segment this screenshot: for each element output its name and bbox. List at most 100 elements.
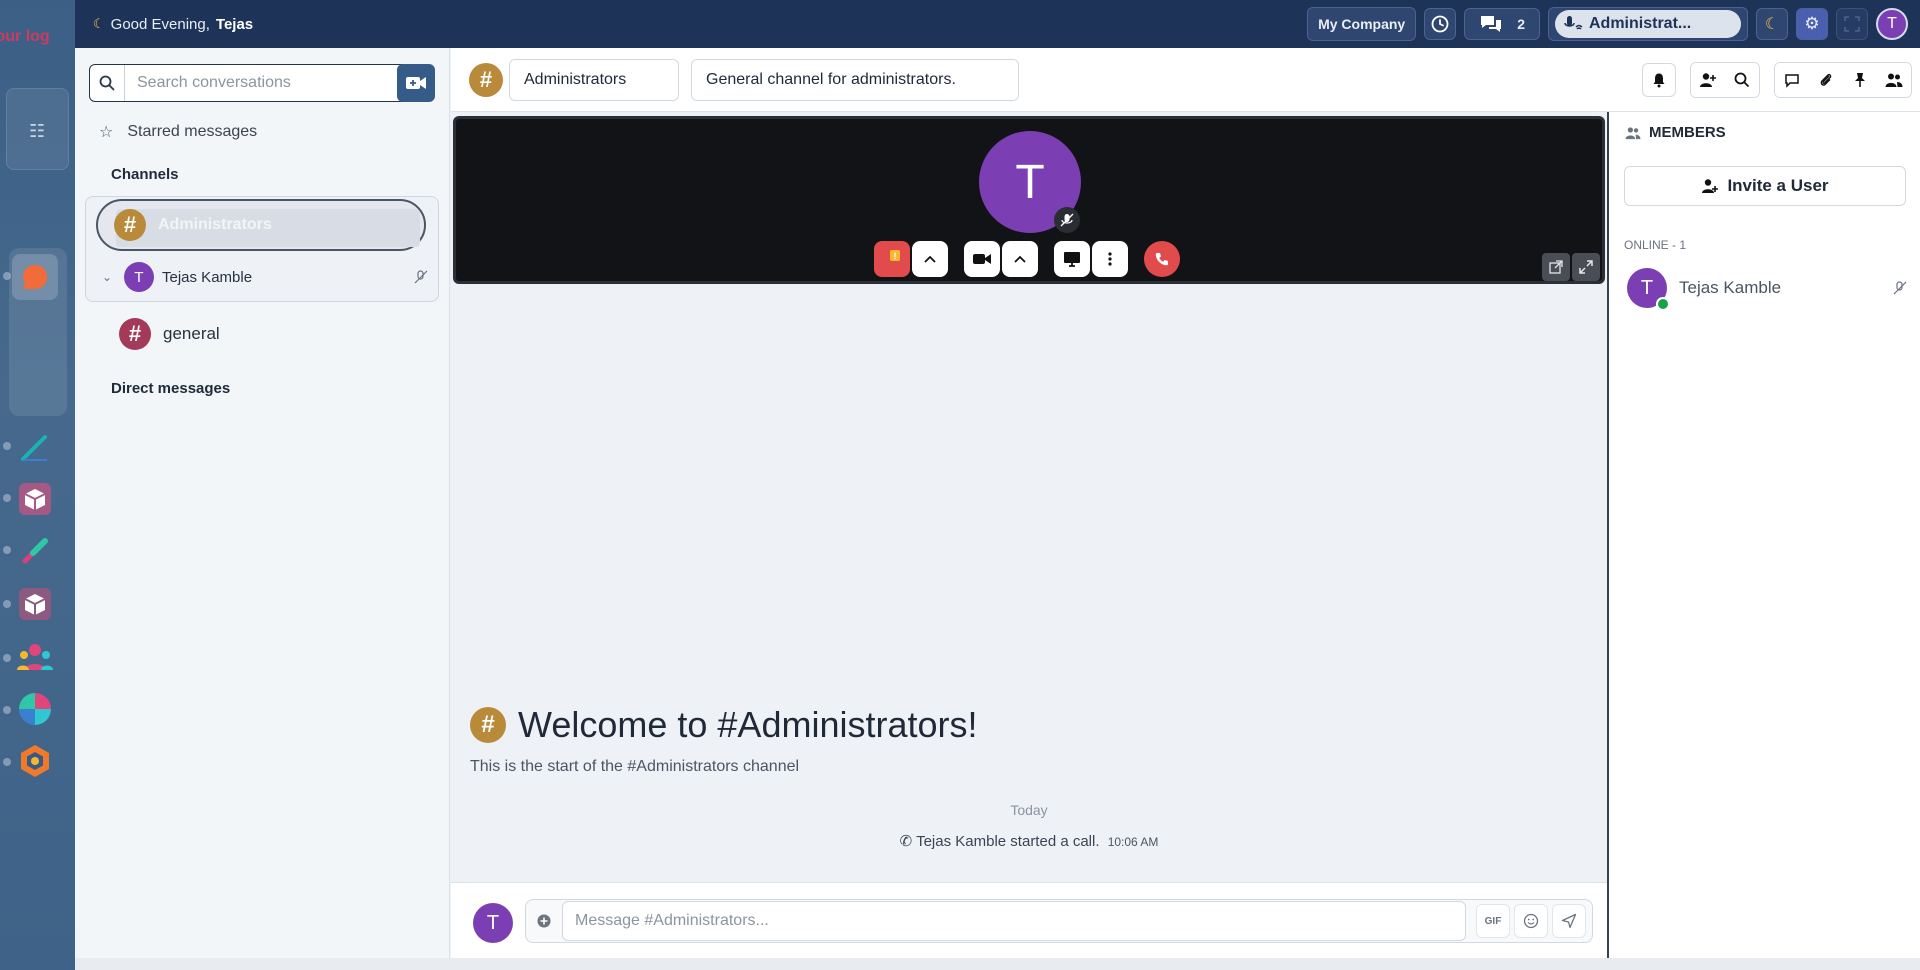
active-call-pill[interactable]: Administrat... xyxy=(1555,10,1741,38)
conversation-sidebar: ☆ Starred messages Channels # Administra… xyxy=(75,48,450,960)
channel-item-administrators[interactable]: # Administrators xyxy=(96,199,426,251)
rail-indicator xyxy=(3,272,11,280)
mic-off-icon xyxy=(1564,16,1583,30)
add-member-button[interactable] xyxy=(1691,62,1725,97)
members-panel: MEMBERS Invite a User ONLINE - 1 T Tejas… xyxy=(1607,112,1920,960)
active-call-group: Administrat... xyxy=(1548,7,1748,41)
chat-app-icon[interactable] xyxy=(12,254,58,300)
settings-button[interactable]: ⚙ xyxy=(1796,8,1828,40)
logo-text: Your log xyxy=(0,28,50,45)
header-panels-group xyxy=(1774,61,1912,98)
rail-indicator xyxy=(3,758,11,766)
new-video-call-button[interactable] xyxy=(397,64,435,102)
member-initial: T xyxy=(1640,276,1654,299)
participant-name: Tejas Kamble xyxy=(162,268,253,286)
participant-avatar: T xyxy=(124,262,154,292)
box-app-icon[interactable] xyxy=(16,480,54,518)
pen-app-icon[interactable] xyxy=(16,428,54,466)
welcome-title: Welcome to #Administrators! xyxy=(518,704,978,745)
more-options-button[interactable] xyxy=(1092,241,1128,277)
chevron-down-icon[interactable]: ⌄ xyxy=(102,270,116,284)
search-icon xyxy=(90,75,124,91)
threads-button[interactable] xyxy=(1775,62,1809,97)
mic-options-button[interactable] xyxy=(912,241,948,277)
member-row[interactable]: T Tejas Kamble xyxy=(1627,268,1907,311)
member-name: Tejas Kamble xyxy=(1679,278,1782,297)
hex-app-icon[interactable] xyxy=(16,742,54,780)
system-message-text: Tejas Kamble started a call. xyxy=(916,833,1100,850)
greeting-name: Tejas xyxy=(215,15,254,33)
search-icon xyxy=(1734,72,1750,87)
expand-video-button[interactable] xyxy=(1572,253,1600,281)
expand-icon xyxy=(1844,16,1860,32)
paperclip-icon xyxy=(1820,73,1832,86)
search-input[interactable] xyxy=(124,65,408,101)
maximize-icon xyxy=(1579,260,1593,274)
hash-icon: # xyxy=(114,209,146,241)
marker-app-icon[interactable] xyxy=(16,532,54,570)
camera-toggle-button[interactable] xyxy=(964,241,1000,277)
pinned-button[interactable] xyxy=(1843,62,1877,97)
moon-icon: ☾ xyxy=(1764,16,1780,33)
speech-bubble-icon xyxy=(1785,73,1799,88)
invite-user-button[interactable]: Invite a User xyxy=(1624,166,1906,206)
end-call-button[interactable] xyxy=(1144,241,1180,277)
chart-app-icon[interactable] xyxy=(16,690,54,728)
app-rail: Your log ☷ xyxy=(0,0,75,970)
files-button[interactable] xyxy=(1809,62,1843,97)
screen-share-button[interactable] xyxy=(1054,241,1090,277)
mic-off-icon xyxy=(1054,207,1080,233)
grid-icon: ☷ xyxy=(29,121,46,141)
call-video-panel: T ! xyxy=(453,116,1605,284)
channel-name: general xyxy=(163,324,220,343)
emoji-button[interactable] xyxy=(1514,904,1548,938)
starred-messages-link[interactable]: ☆ Starred messages xyxy=(99,122,257,142)
clock-icon xyxy=(1431,15,1449,33)
company-button[interactable]: My Company xyxy=(1307,7,1417,41)
channel-name-field[interactable]: Administrators xyxy=(509,58,679,101)
theme-toggle-button[interactable]: ☾ xyxy=(1756,8,1788,40)
search-box xyxy=(89,64,409,102)
box-app-icon-2[interactable] xyxy=(16,585,54,623)
pin-icon xyxy=(1855,72,1865,87)
more-vertical-icon xyxy=(1108,252,1112,266)
member-avatar: T xyxy=(1627,268,1670,311)
message-input[interactable] xyxy=(562,901,1466,941)
search-messages-button[interactable] xyxy=(1725,62,1759,97)
greeting: ☾ Good Evening, Tejas xyxy=(93,16,253,33)
chat-bubbles-icon xyxy=(1481,16,1502,32)
members-button[interactable] xyxy=(1877,62,1911,97)
bottom-strip xyxy=(75,958,1920,970)
chats-button[interactable]: 2 xyxy=(1464,8,1540,40)
gif-button[interactable]: GIF xyxy=(1476,904,1510,938)
users-icon xyxy=(1625,126,1641,139)
channel-item-general[interactable]: # general xyxy=(119,318,220,350)
team-app-icon[interactable] xyxy=(16,638,54,676)
plus-circle-icon xyxy=(537,914,551,928)
history-button[interactable] xyxy=(1424,8,1457,40)
channels-title: Channels xyxy=(111,166,179,183)
send-button[interactable] xyxy=(1552,904,1586,938)
channel-topic-field[interactable]: General channel for administrators. xyxy=(691,58,1019,101)
app-switcher-tile[interactable]: ☷ xyxy=(6,88,69,170)
channel-header: # Administrators General channel for adm… xyxy=(451,48,1920,112)
fullscreen-button[interactable] xyxy=(1836,8,1868,40)
add-attachment-button[interactable] xyxy=(526,913,562,929)
chat-count: 2 xyxy=(1517,16,1525,32)
header-tools-group xyxy=(1690,61,1760,98)
call-participant-row[interactable]: ⌄ T Tejas Kamble xyxy=(102,261,428,293)
mic-off-icon xyxy=(414,270,428,284)
popout-button[interactable] xyxy=(1542,253,1570,281)
mic-off-icon xyxy=(1893,281,1907,295)
mic-toggle-button[interactable]: ! xyxy=(874,241,910,277)
notifications-button[interactable] xyxy=(1642,62,1676,97)
gear-icon: ⚙ xyxy=(1804,14,1820,33)
composer-box: GIF xyxy=(525,899,1593,943)
rail-indicator xyxy=(3,442,11,450)
active-call-label: Administrat... xyxy=(1589,15,1692,32)
send-icon xyxy=(1561,913,1577,929)
welcome-subtitle: This is the start of the #Administrators… xyxy=(470,758,800,775)
user-avatar[interactable]: T xyxy=(1876,8,1908,40)
camera-options-button[interactable] xyxy=(1002,241,1038,277)
rail-indicator xyxy=(3,654,11,662)
